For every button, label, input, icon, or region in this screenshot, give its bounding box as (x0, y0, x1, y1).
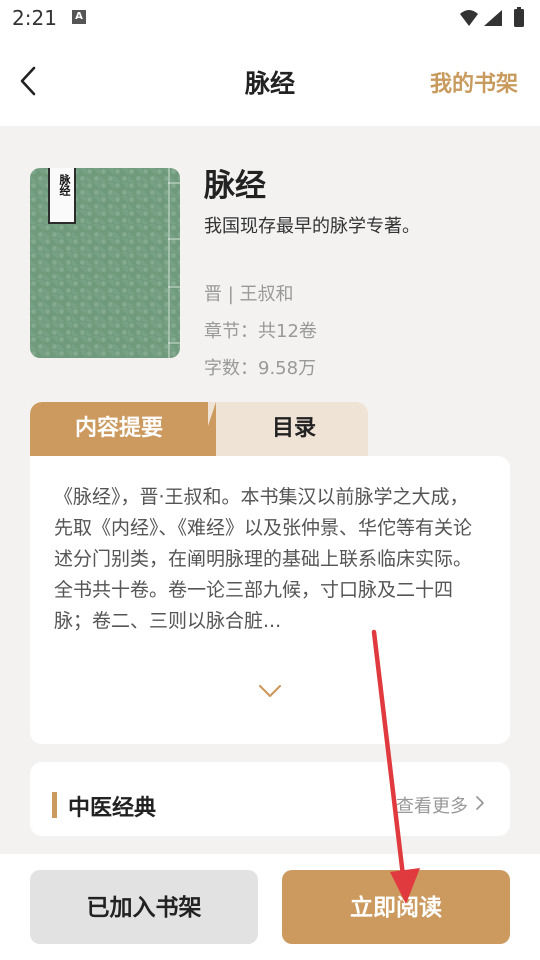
chevron-right-icon[interactable] (474, 794, 486, 812)
book-word-count: 字数：9.58万 (204, 358, 317, 379)
cover-title-label: 脉经 (48, 168, 76, 224)
signal-icon (484, 10, 502, 26)
tab-summary[interactable]: 内容提要 (30, 402, 208, 456)
book-title: 脉经 (204, 168, 266, 204)
my-bookshelf-link[interactable]: 我的书架 (430, 66, 518, 98)
cover-stitch (168, 182, 180, 184)
summary-card: 《脉经》，晋·王叔和。本书集汉以前脉学之大成，先取《内经》、《难经》以及张仲景、… (30, 456, 510, 744)
section-accent-bar (52, 792, 57, 818)
read-now-button[interactable]: 立即阅读 (282, 870, 510, 944)
cover-stitch (168, 342, 180, 344)
tab-summary-edge (198, 402, 216, 456)
wifi-icon (460, 10, 478, 26)
cover-title-text: 脉经 (58, 174, 71, 196)
chevron-down-icon[interactable] (256, 682, 284, 700)
content-tabs: 目录 内容提要 (30, 402, 368, 456)
cover-stitch (168, 238, 180, 240)
cover-binding-line (168, 168, 170, 358)
notification-icon: A (72, 10, 86, 24)
book-description: 我国现存最早的脉学专著。 (204, 216, 420, 237)
cover-stitch (168, 286, 180, 288)
status-time: 2:21 (12, 6, 57, 30)
status-icons (460, 7, 524, 27)
status-bar: 2:21 A (0, 0, 540, 38)
view-more-link[interactable]: 查看更多 (396, 792, 468, 818)
book-author: 晋 | 王叔和 (204, 284, 294, 305)
tab-catalog[interactable]: 目录 (220, 402, 368, 456)
bottom-action-bar: 已加入书架 立即阅读 (0, 854, 540, 960)
nav-bar: 脉经 我的书架 (0, 38, 540, 126)
battery-icon (514, 9, 524, 27)
book-chapters: 章节：共12卷 (204, 321, 317, 342)
book-cover: 脉经 (30, 168, 180, 358)
section-title: 中医经典 (68, 796, 157, 821)
summary-text: 《脉经》，晋·王叔和。本书集汉以前脉学之大成，先取《内经》、《难经》以及张仲景、… (54, 486, 473, 632)
added-to-shelf-button[interactable]: 已加入书架 (30, 870, 258, 944)
section-classics: 中医经典 查看更多 (30, 762, 510, 836)
